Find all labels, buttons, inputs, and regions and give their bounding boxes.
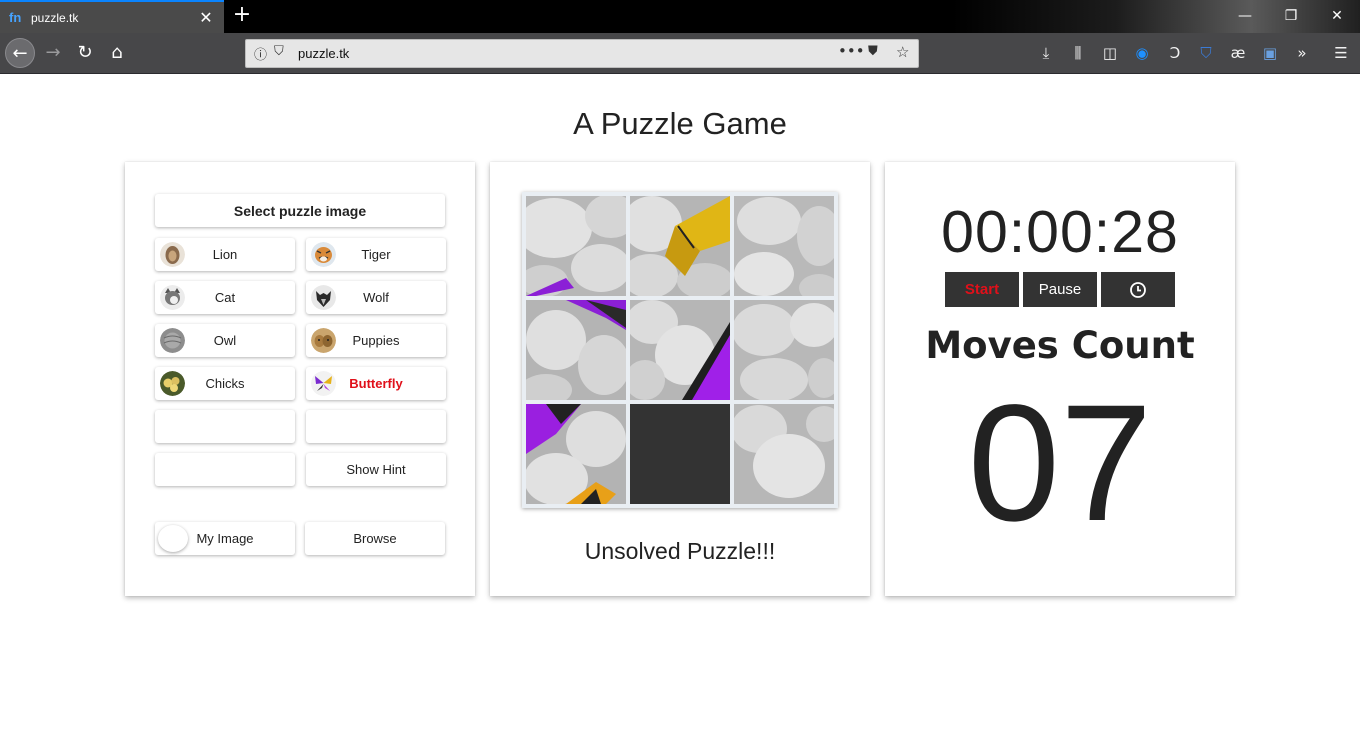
image-option-butterfly[interactable]: Butterfly [306,367,446,400]
image-option-owl[interactable]: Owl [155,324,295,357]
tiger-thumbnail-icon [311,242,336,267]
tab-title: puzzle.tk [31,10,79,25]
puzzle-tile[interactable] [630,300,730,400]
forward-arrow-icon[interactable]: → [38,38,68,68]
empty-option-button[interactable] [306,410,446,443]
home-icon[interactable]: ⌂ [102,38,132,68]
image-option-tiger[interactable]: Tiger [306,238,446,271]
owl-thumbnail-icon [160,328,185,353]
toggle-knob[interactable] [158,525,188,552]
pause-button[interactable]: Pause [1023,272,1097,307]
puzzle-board [522,192,838,508]
moves-count-title: Moves Count [925,324,1195,367]
chicks-thumbnail-icon [160,371,185,396]
image-option-label: Tiger [361,247,391,262]
messenger-icon[interactable]: ◉ [1130,43,1154,63]
image-option-label: Wolf [363,290,389,305]
privacy-shield-icon[interactable]: ⛉ [1194,43,1218,63]
hamburger-menu-icon[interactable]: ☰ [1329,43,1353,63]
moves-count-value: 07 [967,371,1153,556]
puzzle-tile[interactable] [734,404,834,504]
info-icon[interactable]: ⓘ [254,44,267,63]
image-option-wolf[interactable]: Wolf [306,281,446,314]
image-option-chicks[interactable]: Chicks [155,367,295,400]
puzzle-status: Unsolved Puzzle!!! [584,538,776,564]
puzzle-tile[interactable] [630,196,730,296]
puzzle-tile[interactable] [526,300,626,400]
clock-icon [1130,281,1146,298]
sidebar-icon[interactable]: ◫ [1098,43,1122,63]
reload-icon[interactable]: ↻ [70,38,100,68]
image-option-lion[interactable]: Lion [155,238,295,271]
timer-reset-button[interactable] [1101,272,1175,307]
bookmark-star-icon[interactable]: ☆ [896,43,909,61]
image-option-label: Cat [214,290,236,305]
shield-icon[interactable]: ⛉ [274,44,284,59]
start-button[interactable]: Start [945,272,1019,307]
puzzle-tile[interactable] [734,196,834,296]
restore-icon[interactable]: ❐ [1268,0,1314,33]
wolf-thumbnail-icon [311,285,336,310]
puzzle-tile[interactable] [526,404,626,504]
extension-c-icon[interactable]: Ↄ [1163,43,1187,63]
empty-option-button[interactable] [155,453,295,486]
page-title: A Puzzle Game [573,106,787,141]
show-hint-button[interactable]: Show Hint [306,453,446,486]
site-favicon-icon: fn [9,9,22,25]
select-image-header: Select puzzle image [155,194,445,227]
game-stats-panel: 00:00:28 Start Pause Moves Count 07 [885,162,1235,596]
empty-option-button[interactable] [155,410,295,443]
minimize-icon[interactable]: — [1222,0,1268,33]
pocket-icon[interactable]: ⛊ [868,44,878,59]
image-option-cat[interactable]: Cat [155,281,295,314]
ae-extension-icon[interactable]: æ [1226,43,1250,63]
translate-icon[interactable]: ▣ [1258,43,1282,63]
window-close-icon[interactable]: ✕ [1314,0,1360,33]
image-option-label: Owl [213,333,237,348]
image-option-label: Lion [212,247,238,262]
browse-button[interactable]: Browse [305,522,445,555]
empty-tile [630,404,730,504]
browser-toolbar: ← → ↻ ⌂ ⓘ ⛉ puzzle.tk ••• ⛊ ☆ ⤓ ⫼ ◫ ◉ Ↄ … [0,33,1360,74]
puppies-thumbnail-icon [311,328,336,353]
image-option-label: Chicks [205,376,245,391]
new-tab-icon[interactable]: + [229,3,255,29]
image-option-label: Puppies [352,333,400,348]
address-bar[interactable]: ⓘ ⛉ puzzle.tk ••• ⛊ ☆ [245,39,919,68]
url-text[interactable]: puzzle.tk [298,46,349,61]
timer-display: 00:00:28 [941,199,1179,265]
image-option-puppies[interactable]: Puppies [306,324,446,357]
page-actions-icon[interactable]: ••• [838,42,865,60]
cat-thumbnail-icon [160,285,185,310]
download-icon[interactable]: ⤓ [1034,43,1058,63]
browser-tab[interactable]: fn puzzle.tk ✕ [0,0,224,33]
back-arrow-icon[interactable]: ← [5,38,35,68]
library-icon[interactable]: ⫼ [1066,43,1090,63]
puzzle-tile[interactable] [734,300,834,400]
lion-thumbnail-icon [160,242,185,267]
puzzle-panel: Unsolved Puzzle!!! [490,162,870,596]
puzzle-tile[interactable] [526,196,626,296]
my-image-label: My Image [196,531,254,546]
overflow-chevron-icon[interactable]: » [1290,43,1314,63]
image-option-label: Butterfly [349,376,403,391]
close-tab-icon[interactable]: ✕ [194,8,218,27]
image-selector-panel: Select puzzle image Lion Tiger Cat Wolf … [125,162,475,596]
my-image-toggle[interactable]: My Image [155,522,295,555]
butterfly-thumbnail-icon [311,371,336,396]
browser-titlebar: fn puzzle.tk ✕ + — ❐ ✕ [0,0,1360,33]
